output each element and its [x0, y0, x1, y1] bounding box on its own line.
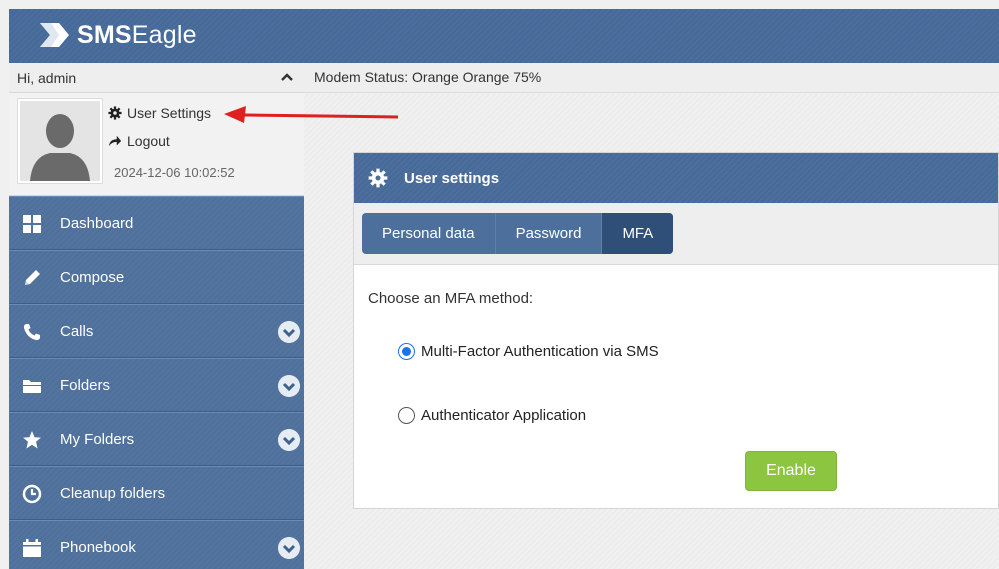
calendar-icon [23, 539, 41, 557]
tab-password[interactable]: Password [494, 213, 602, 254]
panel-header: User settings [354, 153, 998, 203]
clock-icon [22, 484, 42, 504]
sidebar-item-label: My Folders [60, 431, 135, 448]
pencil-icon [25, 270, 40, 285]
chevron-up-icon[interactable] [280, 70, 294, 84]
radio-authenticator[interactable] [398, 407, 415, 424]
tab-mfa[interactable]: MFA [601, 213, 674, 254]
user-settings-link[interactable]: User Settings [108, 105, 211, 121]
folder-icon [23, 380, 41, 393]
red-arrow-annotation [224, 106, 399, 123]
grid-icon [23, 215, 41, 233]
sidebar-item-label: Compose [60, 269, 125, 286]
sidebar-item-cleanup-folders[interactable]: Cleanup folders [9, 466, 304, 520]
user-settings-label: User Settings [127, 105, 212, 121]
sidebar-item-label: Phonebook [60, 539, 136, 556]
login-timestamp: 2024-12-06 10:02:52 [114, 165, 235, 180]
user-settings-panel: User settings Personal data Password MFA… [353, 152, 999, 509]
chevron-down-icon[interactable] [278, 321, 300, 343]
sidebar-item-dashboard[interactable]: Dashboard [9, 196, 304, 250]
mfa-option-label: Authenticator Application [421, 407, 587, 424]
app-logo[interactable]: SMSEagle [37, 19, 197, 51]
enable-button[interactable]: Enable [745, 451, 837, 491]
sidebar-item-label: Folders [60, 377, 111, 394]
avatar [18, 99, 102, 183]
sidebar-item-label: Cleanup folders [60, 485, 166, 502]
gear-icon [108, 106, 122, 120]
chevron-down-icon[interactable] [278, 429, 300, 451]
star-icon [23, 431, 41, 449]
panel-title: User settings [404, 170, 500, 187]
sidebar-item-calls[interactable]: Calls [9, 304, 304, 358]
share-arrow-icon [108, 135, 122, 147]
sidebar-item-label: Calls [60, 323, 94, 340]
logout-label: Logout [127, 133, 170, 149]
tab-personal-data[interactable]: Personal data [362, 213, 495, 254]
greeting: Hi, admin [17, 70, 77, 86]
sidebar-item-compose[interactable]: Compose [9, 250, 304, 304]
chevron-down-icon[interactable] [278, 375, 300, 397]
radio-sms[interactable] [398, 343, 415, 360]
sidebar-item-phonebook[interactable]: Phonebook [9, 520, 304, 569]
brand-name: SMSEagle [77, 21, 197, 49]
sidebar-item-my-folders[interactable]: My Folders [9, 412, 304, 466]
modem-status-text: Modem Status: Orange Orange 75% [314, 69, 542, 85]
logout-link[interactable]: Logout [108, 133, 170, 149]
sidebar-nav: Dashboard Compose Calls Folders My Folde… [9, 196, 304, 569]
mfa-prompt: Choose an MFA method: [368, 290, 534, 307]
top-bar: SMSEagle [9, 9, 999, 63]
mfa-option-authenticator[interactable]: Authenticator Application [398, 407, 586, 424]
chevron-down-icon[interactable] [278, 537, 300, 559]
sidebar-item-folders[interactable]: Folders [9, 358, 304, 412]
mfa-option-sms[interactable]: Multi-Factor Authentication via SMS [398, 343, 659, 360]
user-silhouette-icon [20, 101, 100, 181]
sidebar-item-label: Dashboard [60, 215, 134, 232]
phone-icon [23, 324, 40, 341]
modem-status-bar: Modem Status: Orange Orange 75% [304, 63, 999, 93]
gear-icon [368, 168, 388, 188]
tabs: Personal data Password MFA [362, 213, 674, 254]
eagle-logo-icon [40, 23, 69, 47]
user-header: Hi, admin [9, 63, 304, 93]
tab-bar: Personal data Password MFA [354, 203, 998, 265]
mfa-option-label: Multi-Factor Authentication via SMS [421, 343, 659, 360]
